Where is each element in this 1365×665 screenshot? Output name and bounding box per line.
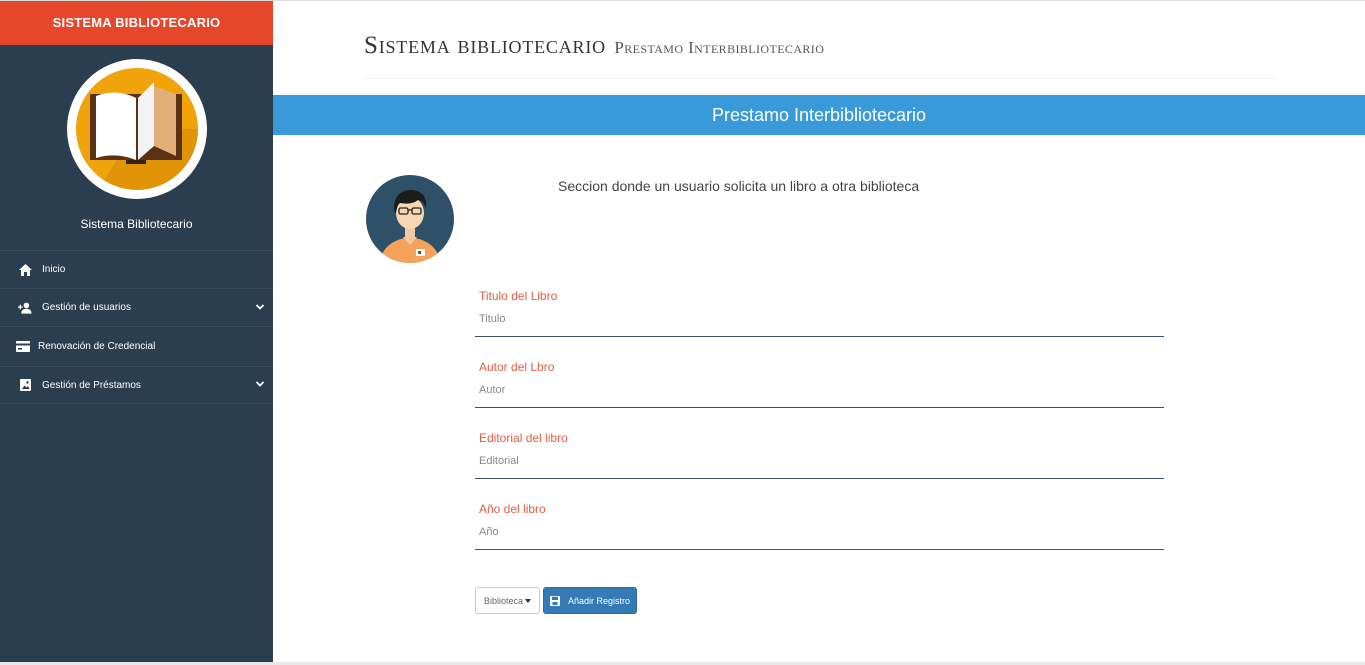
user-plus-icon xyxy=(18,301,32,315)
sidebar-item-gestion-prestamos[interactable]: Gestión de Préstamos xyxy=(0,366,273,404)
save-icon xyxy=(549,595,560,606)
sidebar-item-gestion-usuarios[interactable]: Gestión de usuarios xyxy=(0,288,273,326)
anio-field: Año del libro xyxy=(475,502,1164,550)
sidebar-item-label: Gestión de usuarios xyxy=(42,302,131,313)
chevron-down-icon xyxy=(255,303,265,310)
editorial-label: Editorial del libro xyxy=(479,431,568,445)
caret-down-icon xyxy=(525,598,532,603)
sidebar-item-label: Inicio xyxy=(42,264,66,275)
titulo-field: Titulo del Libro xyxy=(475,289,1164,337)
autor-label: Autor del Lbro xyxy=(479,360,555,374)
sidebar-app-name: Sistema Bibliotecario xyxy=(80,217,193,231)
autor-input[interactable] xyxy=(479,384,1159,396)
book-logo-icon xyxy=(76,68,198,190)
biblioteca-dropdown-label: Biblioteca xyxy=(483,595,524,606)
person-avatar-icon xyxy=(366,175,454,263)
sidebar-brand[interactable]: SISTEMA BIBLIOTECARIO xyxy=(0,1,273,45)
anio-input[interactable] xyxy=(479,526,1159,538)
image-icon xyxy=(18,378,32,392)
page-title-subtitle: Prestamo Interbibliotecario xyxy=(614,38,825,57)
sidebar-item-label: Renovación de Credencial xyxy=(38,341,156,352)
titulo-input[interactable] xyxy=(479,313,1159,325)
sidebar: SISTEMA BIBLIOTECARIO Sistema Biblioteca… xyxy=(0,1,273,664)
title-divider xyxy=(364,78,1276,79)
user-avatar xyxy=(366,175,454,263)
anio-label: Año del libro xyxy=(479,502,546,516)
app-logo xyxy=(67,59,207,199)
sidebar-item-renovacion-credencial[interactable]: Renovación de Credencial xyxy=(0,326,273,366)
titulo-label: Titulo del Libro xyxy=(479,289,558,303)
sidebar-menu: Inicio Gestión de usuarios Renovación de… xyxy=(0,250,273,404)
sidebar-item-label: Gestión de Préstamos xyxy=(42,379,141,391)
editorial-input[interactable] xyxy=(479,455,1159,467)
page-title-main: Sistema bibliotecario xyxy=(364,32,606,59)
sidebar-item-inicio[interactable]: Inicio xyxy=(0,250,273,288)
section-description: Seccion donde un usuario solicita un lib… xyxy=(558,178,920,194)
add-record-label: Añadir Registro xyxy=(567,595,631,606)
section-banner: Prestamo Interbibliotecario xyxy=(273,95,1365,135)
add-record-button[interactable]: Añadir Registro xyxy=(543,587,637,614)
home-icon xyxy=(18,263,32,277)
credit-card-icon xyxy=(16,340,30,354)
chevron-down-icon xyxy=(255,381,265,387)
editorial-field: Editorial del libro xyxy=(475,431,1164,479)
autor-field: Autor del Lbro xyxy=(475,360,1164,408)
page-title: Sistema bibliotecario Prestamo Interbibl… xyxy=(364,32,824,60)
biblioteca-dropdown-button[interactable]: Biblioteca xyxy=(475,587,540,614)
